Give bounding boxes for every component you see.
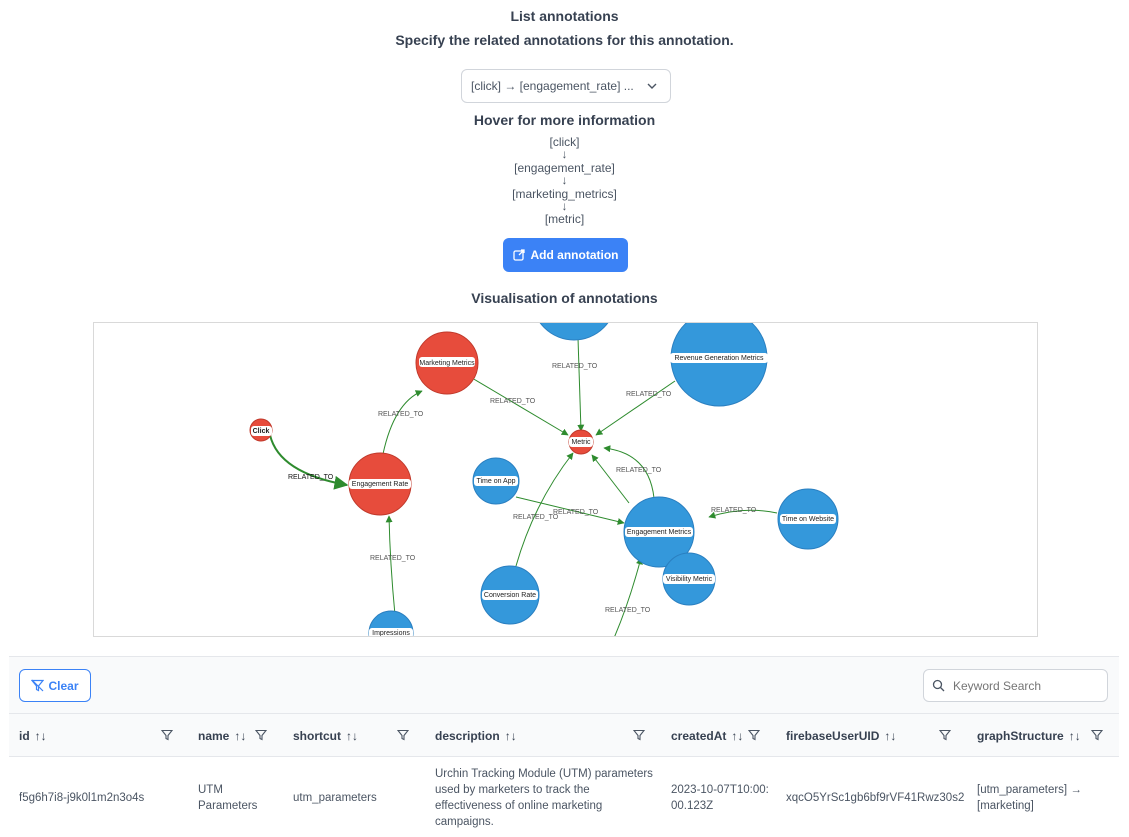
table-header: id ↑↓ name ↑↓ shortcut ↑↓ description ↑↓ cre… [9,714,1119,757]
column-header-graphstructure[interactable]: graphStructure ↑↓ [977,714,1081,757]
graph-edge [614,557,643,636]
sort-icon[interactable]: ↑↓ [505,729,517,743]
graph-node-revenue-generation-metrics[interactable] [670,323,768,407]
add-annotation-label: Add annotation [530,248,619,262]
edge-label: RELATED_TO [616,467,662,474]
node-label: Visibility Metric [666,576,713,583]
cell-description: Urchin Tracking Module (UTM) parameters … [435,768,653,828]
filter-icon[interactable] [255,729,267,741]
edge-label: RELATED_TO [490,398,536,405]
node-label: Time on Website [782,516,834,523]
chain-item: [metric] [544,212,585,226]
graph-edge [471,377,569,436]
node-label: Engagement Rate [352,481,409,488]
page-subtitle: Specify the related annotations for this… [395,32,734,48]
graph-edge [385,515,396,616]
sort-icon[interactable]: ↑↓ [884,729,896,743]
filter-slash-icon [31,679,45,692]
hover-title: Hover for more information [473,112,656,128]
cell-shortcut: utm_parameters [293,792,377,804]
filter-icon[interactable] [397,729,409,741]
graph-edge [595,380,676,436]
edge-label: RELATED_TO [552,363,598,370]
sort-icon[interactable]: ↑↓ [1069,729,1081,743]
edge-label: RELATED_TO [626,391,672,398]
table-toolbar: Clear [9,657,1119,714]
node-label: Metric [571,439,591,446]
edge-label: RELATED_TO [378,411,424,418]
column-header-firebaseuseruid[interactable]: firebaseUserUID ↑↓ [786,714,896,757]
annotation-graph[interactable]: RELATED_TO RELATED_TO RELATED_TO RELATED… [93,322,1038,637]
graph-canvas[interactable]: RELATED_TO RELATED_TO RELATED_TO RELATED… [94,323,1038,637]
edge-label: RELATED_TO [513,514,559,521]
node-label: Marketing Metrics [419,360,475,367]
filter-icon[interactable] [633,729,645,741]
graph-edge [382,390,423,455]
visualisation-title: Visualisation of annotations [471,290,658,306]
node-label: Impressions [372,630,410,637]
node-label: Conversion Rate [484,592,536,599]
sort-icon[interactable]: ↑↓ [234,729,246,743]
cell-firebaseuseruid: xqcO5YrSc1gb6bf9rVF41Rwz30s2 [786,792,965,804]
node-label: Revenue Generation Metrics [674,355,764,362]
chain-arrow-icon: ↓ [561,173,568,187]
page-title: List annotations [510,8,619,24]
graph-node[interactable] [532,323,616,341]
column-header-description[interactable]: description ↑↓ [435,714,517,757]
cell-id: f5g6h7i8-j9k0l1m2n3o4s [19,792,145,804]
external-link-icon [512,249,525,261]
annotations-table: Clear id↑↓ name↑↓ shortcut↑↓ description… [9,656,1119,836]
node-label: Click [253,428,270,435]
chain-arrow-icon: ↓ [561,147,568,161]
edge-label: RELATED_TO [711,507,757,514]
cell-name: UTM Parameters [198,784,258,812]
search-icon [932,679,945,692]
edge-label: RELATED_TO [288,474,334,481]
edge-label: RELATED_TO [553,509,599,516]
edge-label: RELATED_TO [605,607,651,614]
filter-icon[interactable] [1091,729,1103,741]
cell-createdat: 2023-10-07T10:00:00.123Z [671,784,769,812]
add-annotation-button[interactable]: Add annotation [503,238,628,272]
sort-icon[interactable]: ↑↓ [731,729,743,743]
clear-filters-button[interactable]: Clear [19,669,91,702]
node-label: Engagement Metrics [627,529,692,536]
edge-label: RELATED_TO [370,555,416,562]
cell-graphstructure: [utm_parameters] → [marketing] [977,784,1082,812]
column-header-shortcut[interactable]: shortcut ↑↓ [293,714,358,757]
select-value: [click] → [engagement_rate] ... [471,79,634,93]
filter-icon[interactable] [748,729,760,741]
sort-icon[interactable]: ↑↓ [35,729,47,743]
chevron-down-icon [647,83,657,89]
sort-icon[interactable]: ↑↓ [346,729,358,743]
node-label: Time on App [476,478,515,485]
table-row[interactable]: f5g6h7i8-j9k0l1m2n3o4s UTM Parameters ut… [9,757,1119,837]
clear-label: Clear [48,678,79,693]
column-header-createdat[interactable]: createdAt ↑↓ [671,714,743,757]
related-annotations-select[interactable]: [click] → [engagement_rate] ... [461,69,671,103]
chain-arrow-icon: ↓ [561,199,568,213]
column-header-id[interactable]: id ↑↓ [19,714,47,757]
graph-edge [577,337,585,432]
search-input[interactable] [951,677,1091,694]
filter-icon[interactable] [939,729,951,741]
graph-edge [591,454,630,504]
column-header-name[interactable]: name ↑↓ [198,714,246,757]
filter-icon[interactable] [161,729,173,741]
keyword-search[interactable] [923,669,1108,702]
